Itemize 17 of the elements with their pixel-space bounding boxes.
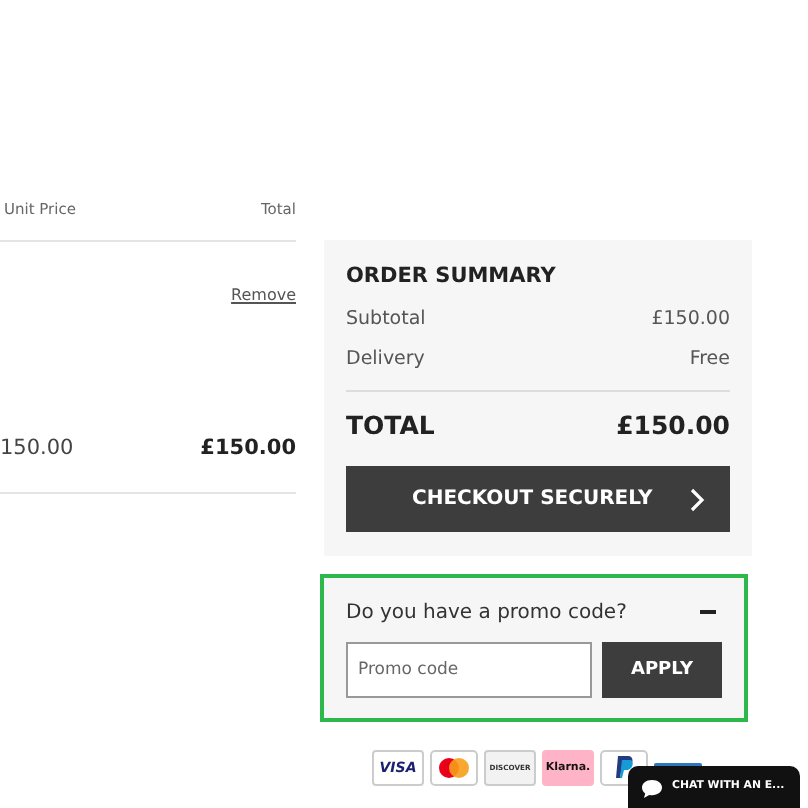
chevron-icon xyxy=(690,487,706,511)
total-label: TOTAL xyxy=(346,410,435,444)
summary-value: Free xyxy=(689,347,730,369)
summary-label: Subtotal xyxy=(346,307,426,329)
promo-code-field[interactable]: Promo code xyxy=(346,642,592,698)
summary-value: £150.00 xyxy=(651,307,730,329)
mastercard-icon xyxy=(430,750,478,786)
summary-label: Delivery xyxy=(346,347,425,369)
apply-button[interactable]: APPLY xyxy=(602,642,722,698)
line-total: £150.00 xyxy=(200,436,296,460)
remove-link[interactable]: Remove xyxy=(231,286,296,366)
chat-icon xyxy=(642,780,662,798)
checkout-button[interactable]: CHECKOUT SECURELY xyxy=(346,466,730,532)
unit-price: 150.00 xyxy=(0,436,74,460)
promo-question: Do you have a promo code? xyxy=(346,601,627,623)
total-value: £150.00 xyxy=(616,410,730,444)
summary-title: ORDER SUMMARY xyxy=(346,264,558,288)
